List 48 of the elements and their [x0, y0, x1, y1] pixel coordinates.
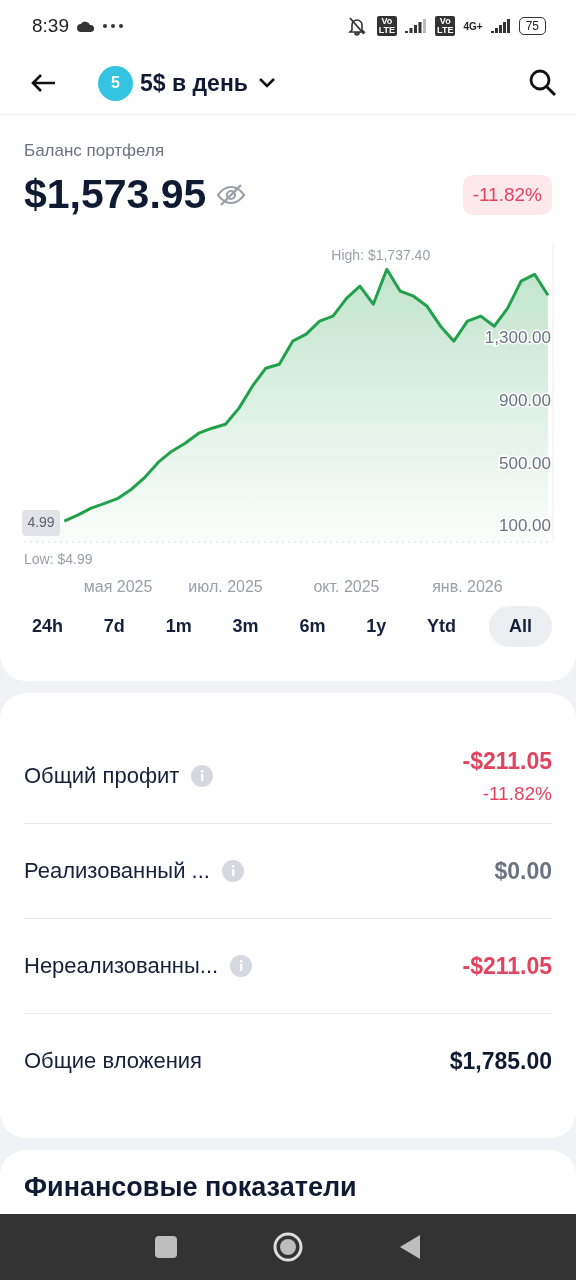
back-nav-button[interactable]: [399, 1234, 421, 1260]
more-icon: [103, 24, 123, 28]
x-axis-label: янв. 2026: [432, 578, 503, 595]
period-tab[interactable]: Ytd: [419, 606, 465, 647]
status-time: 8:39: [32, 15, 69, 37]
signal-icon: [405, 19, 428, 33]
portfolio-avatar: 5: [98, 65, 133, 101]
period-tab[interactable]: 1m: [157, 606, 200, 647]
home-button[interactable]: [273, 1232, 303, 1262]
low-label: Low: $4.99: [24, 551, 93, 567]
start-value-tag: 4.99: [22, 510, 60, 536]
period-tab[interactable]: 6m: [291, 606, 334, 647]
period-tab[interactable]: 7d: [95, 606, 133, 647]
stat-value: $1,785.00: [449, 1047, 552, 1075]
stat-percent: -11.82%: [482, 782, 552, 805]
signal-icon: [490, 19, 511, 33]
y-axis-label: 1,300.00: [484, 328, 551, 348]
recents-button[interactable]: [155, 1236, 177, 1258]
high-label: High: $1,737.40: [331, 247, 431, 264]
stat-value: -$211.05: [462, 952, 552, 980]
y-axis-label: 500.00: [499, 453, 551, 473]
portfolio-selector[interactable]: 5$ в день: [140, 69, 248, 97]
change-badge: -11.82%: [462, 174, 552, 215]
section-title: Финансовые показатели: [24, 1172, 358, 1203]
battery-level: 75: [518, 17, 546, 35]
cloud-icon: [77, 20, 95, 32]
volte-badge: Vo LTE: [376, 16, 398, 36]
y-axis-label: 100.00: [499, 516, 551, 536]
balance-amount: $1,573.95: [24, 171, 207, 218]
x-axis-label: мая 2025: [83, 578, 153, 595]
stat-label: Общий профит: [24, 763, 180, 789]
period-tab[interactable]: 3m: [224, 606, 267, 647]
y-axis-label: 900.00: [499, 390, 551, 410]
stat-label: Общие вложения: [24, 1048, 202, 1074]
balance-label: Баланс портфеля: [23, 140, 166, 161]
period-tab[interactable]: 1y: [358, 606, 395, 647]
caret-icon[interactable]: [257, 77, 276, 89]
period-tab[interactable]: All: [488, 606, 552, 647]
eye-off-icon[interactable]: [216, 182, 247, 207]
x-axis-label: июл. 2025: [188, 578, 263, 595]
x-axis-label: окт. 2025: [313, 578, 380, 595]
network-type: 4G+: [463, 20, 483, 32]
volte-badge: Vo LTE: [435, 16, 456, 36]
stat-label: Нереализованны...: [24, 953, 219, 979]
period-tab[interactable]: 24h: [24, 606, 72, 647]
stat-label: Реализованный ...: [24, 858, 210, 884]
stat-value: $0.00: [494, 857, 552, 885]
stat-value: -$211.05: [462, 747, 552, 775]
